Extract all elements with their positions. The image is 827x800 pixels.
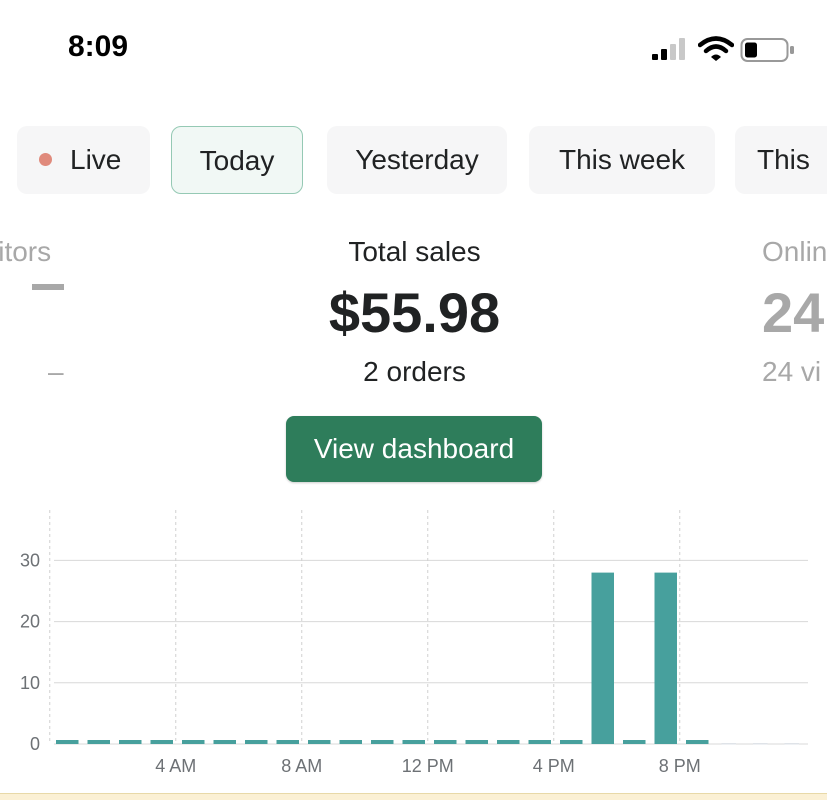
bar-hour-23 <box>784 743 799 745</box>
bar-hour-10 <box>371 740 394 744</box>
y-tick-label: 0 <box>30 734 40 754</box>
status-bar: 8:09 <box>0 0 827 96</box>
bar-hour-12 <box>434 740 457 744</box>
range-label: Today <box>199 145 275 176</box>
live-indicator-dot <box>39 153 52 167</box>
metric-value: $55.98 <box>328 281 501 344</box>
metric-subtext: 24 vi <box>762 356 822 387</box>
bar-hour-6 <box>245 740 268 744</box>
range-label: This <box>757 144 810 175</box>
x-tick-label: 8 PM <box>659 756 701 776</box>
status-time: 8:09 <box>68 30 129 63</box>
range-label: Live <box>70 144 122 175</box>
x-tick-label: 4 AM <box>155 756 196 776</box>
range-pill-today[interactable]: Today <box>171 126 303 194</box>
bar-hour-14 <box>497 740 520 744</box>
x-tick-label: 4 PM <box>533 756 575 776</box>
bar-hour-11 <box>402 740 425 744</box>
bar-hour-5 <box>213 740 236 744</box>
metric-label: isitors <box>0 236 52 267</box>
bar-hour-0 <box>56 740 79 744</box>
range-pill-yesterday[interactable]: Yesterday <box>327 126 507 194</box>
view-dashboard-button[interactable]: View dashboard <box>286 416 542 482</box>
bar-hour-4 <box>182 740 205 744</box>
bar-hour-13 <box>465 740 488 744</box>
metric-subtext: 2 orders <box>363 356 466 387</box>
y-tick-label: 20 <box>20 612 40 632</box>
bar-hour-1 <box>87 740 110 744</box>
metric-label: Total sales <box>348 236 481 267</box>
bar-hour-16 <box>560 740 583 744</box>
wifi-icon <box>698 36 734 61</box>
bar-hour-17 <box>591 572 614 744</box>
metric-value: 24 <box>762 281 825 344</box>
bar-hour-7 <box>276 740 299 744</box>
range-label: Yesterday <box>355 144 479 175</box>
y-tick-label: 30 <box>20 550 40 570</box>
bar-hour-2 <box>119 740 142 744</box>
metric-label: Onlin <box>762 236 827 267</box>
bar-hour-9 <box>339 740 362 744</box>
bar-hour-22 <box>753 743 768 745</box>
date-range-selector: Live Today Yesterday This week This <box>0 126 827 196</box>
range-pill-this-month[interactable]: This <box>735 126 827 194</box>
range-label: This week <box>558 144 686 175</box>
range-pill-this-week[interactable]: This week <box>529 126 715 194</box>
bar-hour-3 <box>150 740 173 744</box>
x-tick-label: 12 PM <box>402 756 454 776</box>
y-tick-label: 10 <box>20 673 40 693</box>
bar-hour-20 <box>686 740 709 744</box>
bar-hour-8 <box>308 740 331 744</box>
bar-hour-19 <box>654 572 677 744</box>
battery-icon <box>740 38 794 62</box>
bar-hour-21 <box>721 743 736 745</box>
bar-hour-18 <box>623 740 646 744</box>
metric-value: – <box>32 284 64 290</box>
cellular-signal-icon <box>652 38 685 60</box>
sales-bar-chart: 0 10 20 30 4 AM 8 AM 12 PM 4 PM 8 PM <box>20 510 808 776</box>
metric-subtext: – <box>48 356 64 387</box>
bar-hour-15 <box>528 740 551 744</box>
x-tick-label: 8 AM <box>281 756 322 776</box>
range-pill-live[interactable]: Live <box>17 126 150 194</box>
